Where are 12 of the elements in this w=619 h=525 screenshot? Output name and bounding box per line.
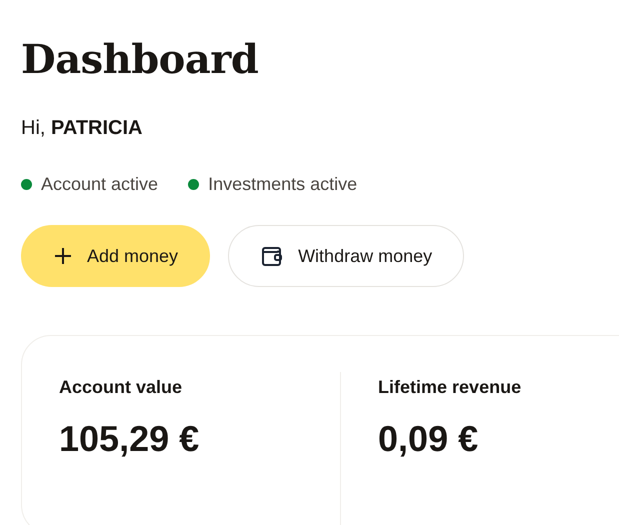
status-label: Investments active <box>208 173 358 195</box>
status-label: Account active <box>41 173 158 195</box>
plus-icon <box>53 246 73 266</box>
withdraw-money-button[interactable]: Withdraw money <box>228 225 464 287</box>
page-title: Dashboard <box>21 35 260 85</box>
stat-label: Lifetime revenue <box>378 376 522 398</box>
stat-value: 0,09 € <box>378 418 480 460</box>
add-money-button[interactable]: Add money <box>21 225 210 287</box>
stat-label: Account value <box>59 376 184 398</box>
wallet-icon <box>260 244 284 268</box>
greeting-text: Hi, PATRICIA <box>21 116 144 140</box>
stat-value: 105,29 € <box>59 418 200 460</box>
